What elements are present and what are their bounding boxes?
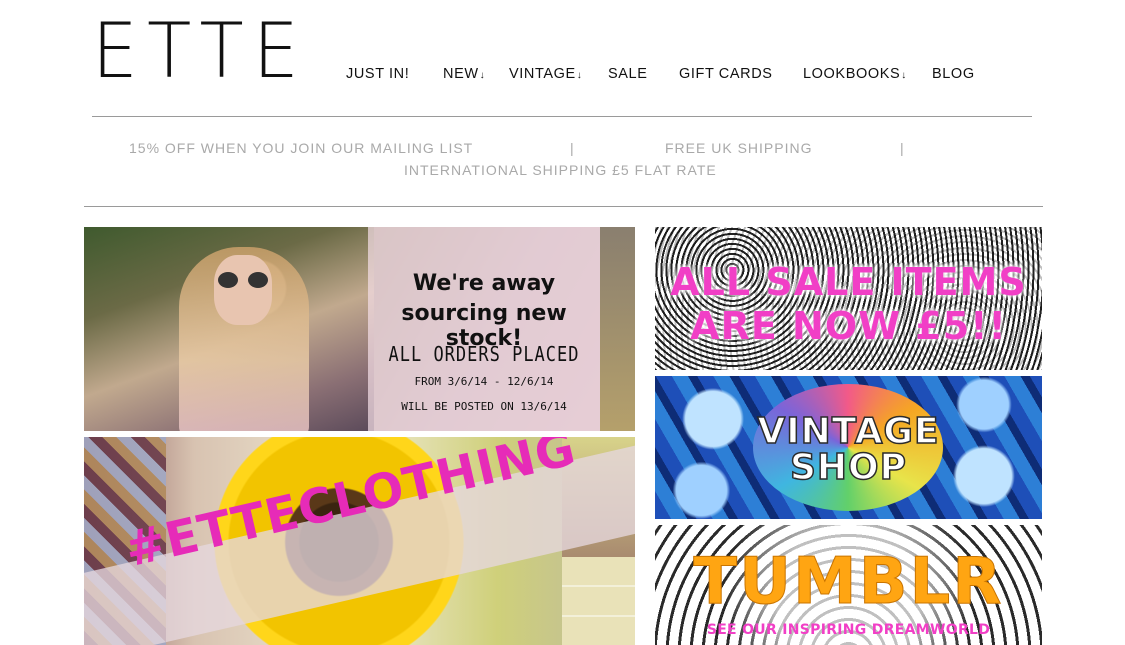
site-logo[interactable]: ETTE [92,13,308,89]
sunglasses-icon [218,272,270,288]
nav-label: LOOKBOOKS [803,66,901,82]
hashtag-banner[interactable]: #ETTECLOTHING [84,437,635,645]
tumblr-banner[interactable]: TUMBLR SEE OUR INSPIRING DREAMWORLD [655,525,1042,645]
dropdown-arrow-icon: ↓ [479,70,486,81]
tumblr-title: TUMBLR [693,545,1004,619]
tumblr-subtitle: SEE OUR INSPIRING DREAMWORLD [706,622,991,638]
away-heading: We're away [412,271,556,296]
promo-separator: | [900,140,905,156]
nav-blog[interactable]: BLOG [932,66,975,82]
dropdown-arrow-icon: ↓ [901,70,907,81]
nav-vintage[interactable]: VINTAGE↓ [509,66,582,82]
sale-line-1: ALL SALE ITEMS [670,260,1027,304]
nav-label: SALE [608,66,648,82]
promo-divider [84,206,1043,207]
dropdown-arrow-icon: ↓ [576,70,583,81]
banner-edge-photo [600,227,635,431]
promo-international-shipping: INTERNATIONAL SHIPPING £5 FLAT RATE [404,162,717,178]
orders-post-date: WILL BE POSTED ON 13/6/14 [401,400,567,413]
vintage-line-1: VINTAGE [757,411,940,452]
sale-line-2: ARE NOW £5!! [690,304,1007,348]
promo-free-shipping: FREE UK SHIPPING [665,140,813,156]
nav-label: NEW [443,66,479,82]
promo-mailing-list[interactable]: 15% OFF WHEN YOU JOIN OUR MAILING LIST [129,140,473,156]
promo-separator: | [570,140,575,156]
nav-just-in[interactable]: JUST IN! [346,66,409,82]
model-face [214,255,272,325]
orders-date-range: FROM 3/6/14 - 12/6/14 [414,375,554,388]
nav-label: JUST IN! [346,66,410,82]
vintage-line-2: SHOP [789,447,908,488]
nav-lookbooks[interactable]: LOOKBOOKS↓ [803,66,907,82]
vintage-shop-banner[interactable]: VINTAGE SHOP [655,376,1042,519]
collage-photo-grid [562,557,635,645]
nav-label: VINTAGE [509,66,576,82]
nav-gift-cards[interactable]: GIFT CARDS [679,66,773,82]
nav-sale[interactable]: SALE [608,66,647,82]
orders-notice: ALL ORDERS PLACED [388,343,580,367]
header-divider [92,116,1032,117]
nav-label: BLOG [932,66,975,82]
nav-label: GIFT CARDS [679,66,773,82]
nav-new[interactable]: NEW↓ [443,66,485,82]
sale-banner[interactable]: ALL SALE ITEMS ARE NOW £5!! [655,227,1042,370]
away-sourcing-banner[interactable]: We're away sourcing new stock! ALL ORDER… [84,227,635,431]
